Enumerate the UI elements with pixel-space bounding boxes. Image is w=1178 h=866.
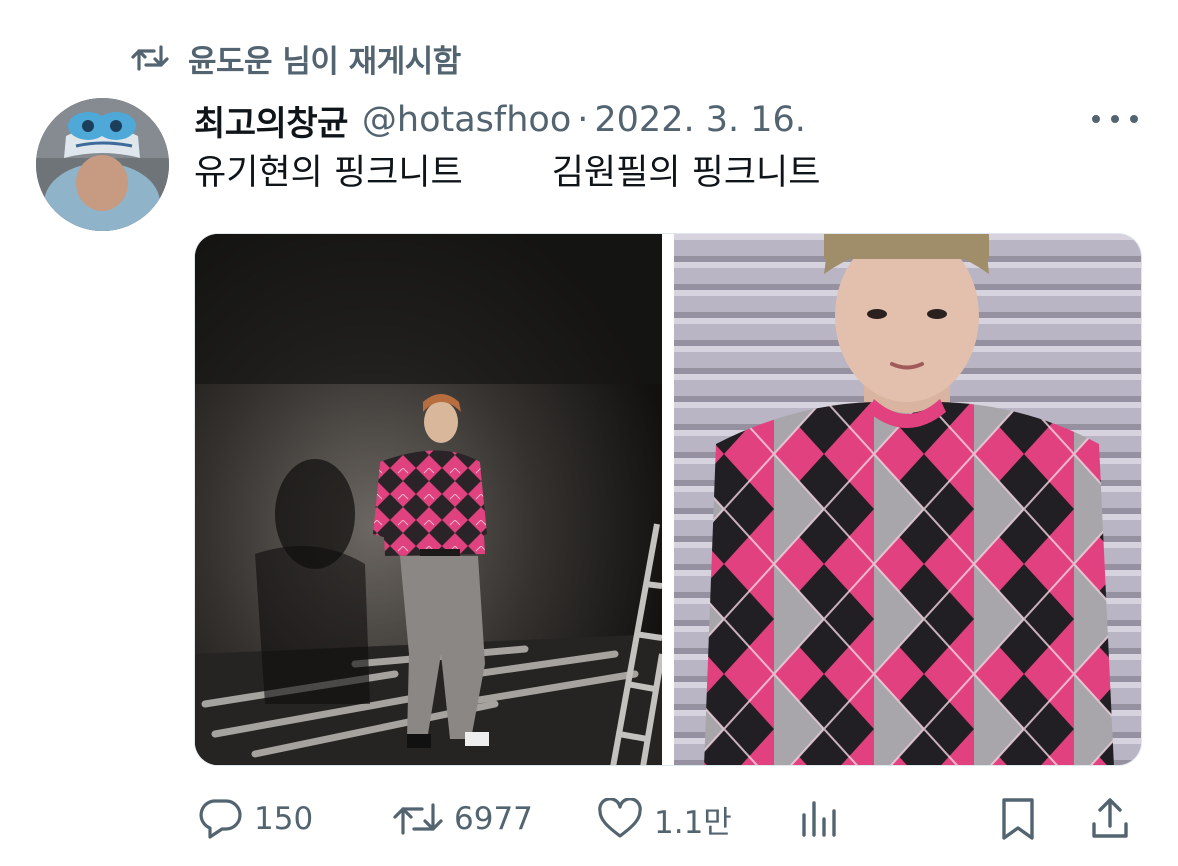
- share-icon: [1088, 796, 1132, 842]
- photo-right[interactable]: [674, 234, 1141, 765]
- reply-icon: [196, 797, 244, 841]
- repost-button[interactable]: 6977: [392, 788, 533, 850]
- repost-context[interactable]: 윤도운 님이 재게시함: [130, 36, 461, 80]
- more-options-icon[interactable]: [1092, 104, 1138, 134]
- photo-left[interactable]: [195, 234, 662, 765]
- display-name[interactable]: 최고의창균: [194, 96, 348, 145]
- bookmark-button[interactable]: [998, 788, 1038, 850]
- post-date[interactable]: 2022. 3. 16.: [594, 100, 806, 140]
- avatar[interactable]: [36, 98, 169, 231]
- reply-count: 150: [254, 801, 314, 837]
- like-count: 1.1만: [654, 804, 732, 841]
- tweet-text: 유기현의 핑크니트 김원필의 핑크니트: [194, 153, 821, 193]
- like-button[interactable]: 1.1만: [596, 788, 732, 850]
- media-grid: [194, 233, 1142, 766]
- action-bar: 150 6977 1.1만: [196, 788, 1138, 850]
- repost-icon: [392, 799, 444, 839]
- bookmark-icon: [998, 796, 1038, 842]
- separator-dot: ·: [577, 100, 589, 140]
- reply-button[interactable]: 150: [196, 788, 313, 850]
- views-icon: [798, 797, 842, 841]
- views-button[interactable]: [798, 788, 842, 850]
- user-handle[interactable]: @hotasfhoo: [362, 100, 571, 140]
- repost-icon: [130, 42, 170, 74]
- share-button[interactable]: [1088, 788, 1132, 850]
- repost-count: 6977: [454, 801, 533, 837]
- media-divider: [662, 234, 674, 765]
- tweet-header: 최고의창균 @hotasfhoo · 2022. 3. 16.: [194, 94, 806, 146]
- repost-label[interactable]: 윤도운 님이 재게시함: [188, 36, 461, 81]
- heart-icon: [596, 798, 644, 840]
